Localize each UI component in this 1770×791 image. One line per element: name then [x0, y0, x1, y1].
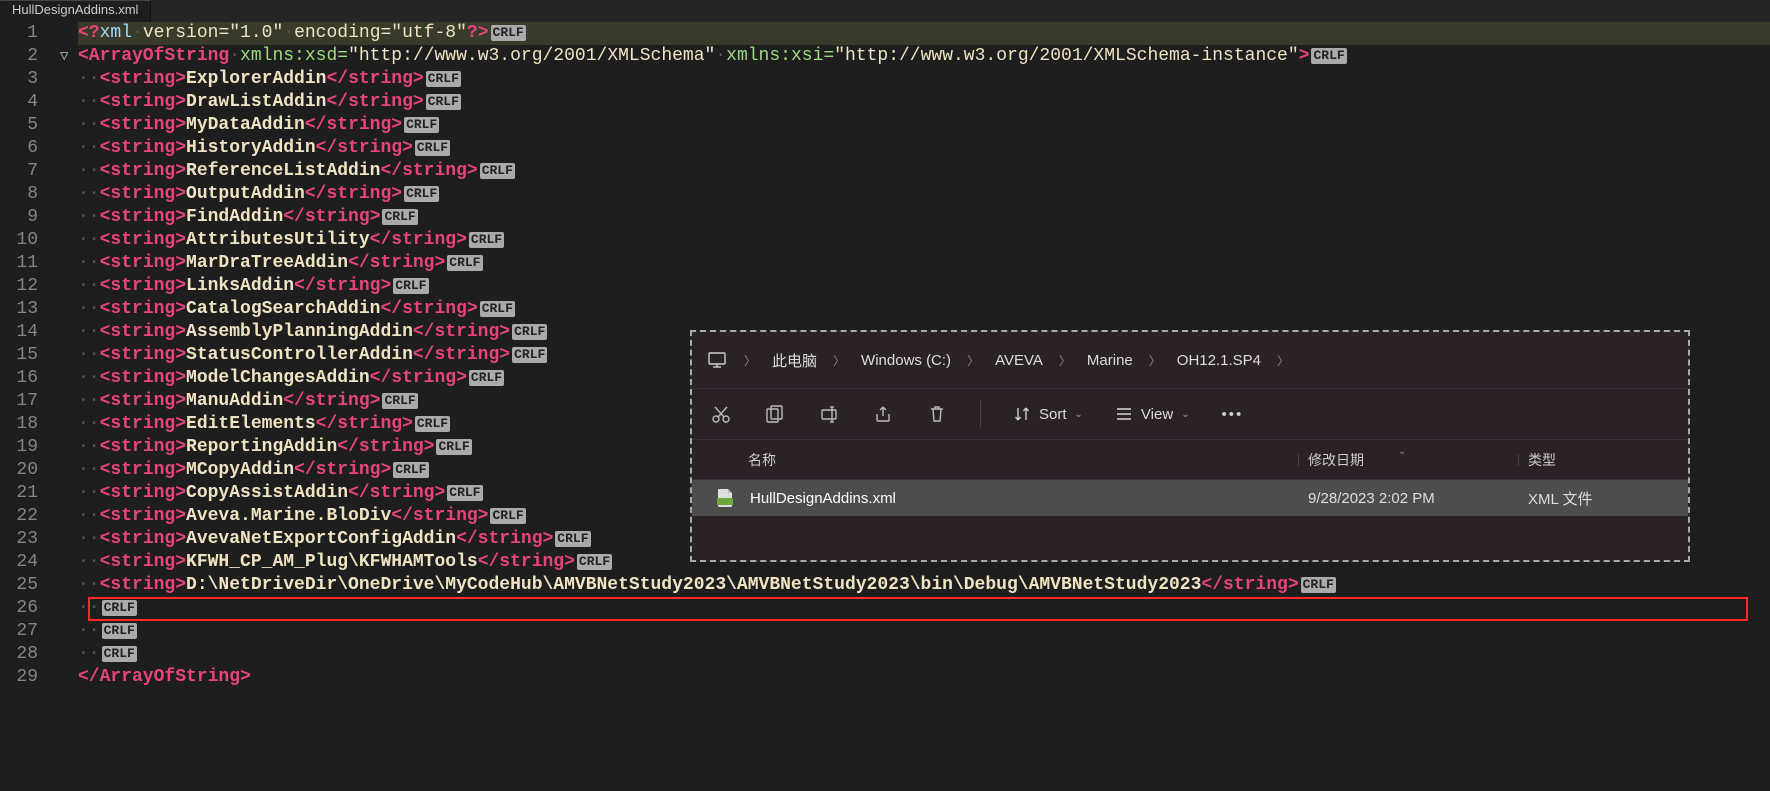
crlf-marker: CRLF [469, 370, 504, 386]
crlf-marker: CRLF [404, 117, 439, 133]
code-line[interactable]: ··<string>DrawListAddin</string>CRLF [78, 91, 1770, 114]
crlf-marker: CRLF [447, 255, 482, 271]
crlf-marker: CRLF [102, 623, 137, 639]
view-label: View [1141, 406, 1173, 423]
column-header-name[interactable]: 名称 [748, 450, 1308, 470]
code-line[interactable]: ··<string>MarDraTreeAddin</string>CRLF [78, 252, 1770, 275]
code-line[interactable]: <ArrayOfString·xmlns:xsd="http://www.w3.… [78, 45, 1770, 68]
breadcrumb-item[interactable]: 此电脑 [772, 350, 817, 371]
code-line[interactable]: ··<string>ExplorerAddin</string>CRLF [78, 68, 1770, 91]
sort-button[interactable]: Sort ⌄ [1013, 405, 1083, 423]
breadcrumb: 〉 此电脑 〉 Windows (C:) 〉 AVEVA 〉 Marine 〉 … [692, 332, 1688, 388]
toolbar-separator [980, 400, 981, 428]
code-line[interactable]: ··<string>HistoryAddin</string>CRLF [78, 137, 1770, 160]
crlf-marker: CRLF [102, 646, 137, 662]
code-line[interactable]: ··<string>MyDataAddin</string>CRLF [78, 114, 1770, 137]
code-line[interactable]: ··<string>ReferenceListAddin</string>CRL… [78, 160, 1770, 183]
code-line[interactable]: ··<string>LinksAddin</string>CRLF [78, 275, 1770, 298]
code-line[interactable]: ··<string>D:\NetDriveDir\OneDrive\MyCode… [78, 574, 1770, 597]
crlf-marker: CRLF [436, 439, 471, 455]
file-date: 9/28/2023 2:02 PM [1308, 490, 1528, 507]
crlf-marker: CRLF [447, 485, 482, 501]
chevron-right-icon: 〉 [744, 352, 756, 369]
crlf-marker: CRLF [577, 554, 612, 570]
column-header-type[interactable]: 类型 [1528, 450, 1688, 470]
chevron-right-icon: 〉 [1277, 352, 1289, 369]
crlf-marker: CRLF [490, 508, 525, 524]
chevron-down-icon: ⌄ [1181, 409, 1189, 420]
crlf-marker: CRLF [415, 416, 450, 432]
crlf-marker: CRLF [404, 186, 439, 202]
file-name: HullDesignAddins.xml [750, 490, 1308, 507]
sort-label: Sort [1039, 406, 1067, 423]
share-icon[interactable] [872, 403, 894, 425]
column-header-date[interactable]: ⌄修改日期 [1308, 450, 1528, 470]
crlf-marker: CRLF [512, 347, 547, 363]
chevron-right-icon: 〉 [1149, 352, 1161, 369]
code-line[interactable]: ··<string>AttributesUtility</string>CRLF [78, 229, 1770, 252]
tab-bar: HullDesignAddins.xml [0, 0, 1770, 22]
crlf-marker: CRLF [1301, 577, 1336, 593]
code-line[interactable]: </ArrayOfString> [78, 666, 1770, 689]
monitor-icon [708, 352, 728, 368]
crlf-marker: CRLF [480, 163, 515, 179]
line-number-gutter: 1234567891011121314151617181920212223242… [0, 22, 60, 689]
breadcrumb-item[interactable]: Marine [1087, 352, 1133, 369]
crlf-marker: CRLF [480, 301, 515, 317]
code-line[interactable]: <?xml·version="1.0"·encoding="utf-8"?>CR… [78, 22, 1770, 45]
sort-indicator-icon: ⌄ [1398, 446, 1406, 457]
crlf-marker: CRLF [393, 278, 428, 294]
crlf-marker: CRLF [512, 324, 547, 340]
crlf-marker: CRLF [382, 393, 417, 409]
crlf-marker: CRLF [469, 232, 504, 248]
explorer-toolbar: Sort ⌄ View ⌄ ••• [692, 388, 1688, 440]
chevron-right-icon: 〉 [833, 352, 845, 369]
chevron-right-icon: 〉 [967, 352, 979, 369]
file-explorer-overlay: 〉 此电脑 〉 Windows (C:) 〉 AVEVA 〉 Marine 〉 … [690, 330, 1690, 562]
crlf-marker: CRLF [426, 71, 461, 87]
copy-icon[interactable] [764, 403, 786, 425]
code-line[interactable]: ··CRLF [78, 620, 1770, 643]
code-line[interactable]: ··<string>CatalogSearchAddin</string>CRL… [78, 298, 1770, 321]
chevron-down-icon: ⌄ [1075, 409, 1083, 420]
crlf-marker: CRLF [393, 462, 428, 478]
view-button[interactable]: View ⌄ [1115, 405, 1190, 423]
crlf-marker: CRLF [426, 94, 461, 110]
file-type: XML 文件 [1528, 488, 1688, 509]
chevron-right-icon: 〉 [1059, 352, 1071, 369]
xml-file-icon [716, 488, 740, 508]
crlf-marker: CRLF [382, 209, 417, 225]
more-icon[interactable]: ••• [1222, 406, 1244, 423]
delete-icon[interactable] [926, 403, 948, 425]
rename-icon[interactable] [818, 403, 840, 425]
breadcrumb-item[interactable]: AVEVA [995, 352, 1043, 369]
cut-icon[interactable] [710, 403, 732, 425]
fold-column: ▽ [60, 22, 78, 689]
crlf-marker: CRLF [1311, 48, 1346, 64]
file-tab[interactable]: HullDesignAddins.xml [0, 0, 151, 22]
crlf-marker: CRLF [102, 600, 137, 616]
fold-indicator-icon[interactable]: ▽ [60, 48, 68, 65]
breadcrumb-item[interactable]: Windows (C:) [861, 352, 951, 369]
code-line[interactable]: ··<string>OutputAddin</string>CRLF [78, 183, 1770, 206]
code-line[interactable]: ··<string>FindAddin</string>CRLF [78, 206, 1770, 229]
breadcrumb-item[interactable]: OH12.1.SP4 [1177, 352, 1261, 369]
code-line[interactable]: ··CRLF [78, 643, 1770, 666]
crlf-marker: CRLF [491, 25, 526, 41]
file-list-header: 名称 ⌄修改日期 类型 [692, 440, 1688, 480]
crlf-marker: CRLF [415, 140, 450, 156]
file-row[interactable]: HullDesignAddins.xml 9/28/2023 2:02 PM X… [692, 480, 1688, 516]
code-line[interactable]: ··CRLF [78, 597, 1770, 620]
crlf-marker: CRLF [555, 531, 590, 547]
